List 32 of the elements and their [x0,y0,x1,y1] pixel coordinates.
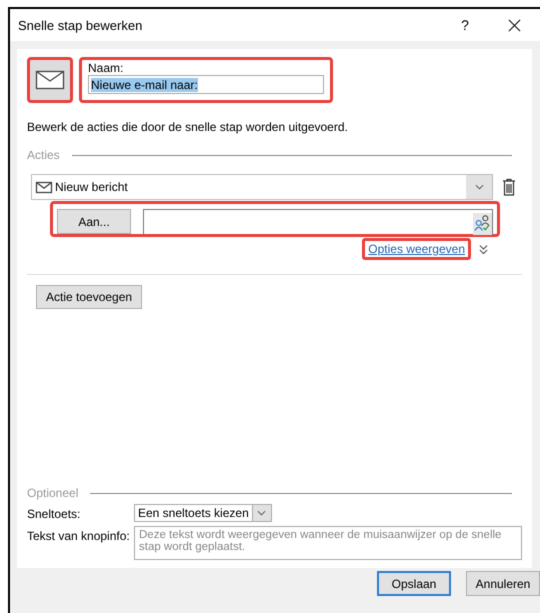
name-field[interactable]: Nieuwe e-mail naar: [88,75,324,94]
help-button[interactable]: ? [453,17,477,33]
section-heading: Optioneel [27,486,78,500]
tooltip-label: Tekst van knopinfo: [27,528,131,545]
to-button[interactable]: Aan... [57,209,131,234]
add-action-button[interactable]: Actie toevoegen [36,285,142,309]
chevron-icon [257,510,266,516]
shortcut-label: Sneltoets: [27,506,82,522]
window-title: Snelle stap bewerken [18,18,144,32]
action-dropdown[interactable]: Nieuw bericht [31,174,493,200]
recipient-field[interactable] [143,208,493,234]
envelope-icon [35,70,65,90]
shortcut-value: Een sneltoets kiezen [137,506,250,520]
shortcut-dropdown[interactable]: Een sneltoets kiezen [134,504,272,522]
close-icon [508,18,520,32]
chevron-icon [474,184,484,190]
description-text: Bewerk de acties die door de snelle stap worden uitgevoerd. [27,120,349,134]
action-label: Nieuw bericht [55,180,129,194]
address-book-button[interactable] [473,212,492,234]
icon-picker-button[interactable] [27,57,73,103]
name-label: Naam: [88,61,124,75]
name-value: Nieuwe e-mail naar: [91,78,198,92]
contacts-icon [474,214,491,232]
dialog-button[interactable]: Annuleren [466,571,540,596]
trash-icon [501,178,517,196]
section-heading: Acties [27,148,60,162]
delete-button[interactable] [501,178,517,196]
tooltip-field[interactable]: Deze tekst wordt weergegeven wanneer de muisaanwijzer op de snelle stap wordt geplaatst. [134,526,522,560]
envelope-icon [35,180,53,194]
double-chevron-icon [479,244,488,254]
dialog-button[interactable]: Opslaan [377,571,451,596]
options-link[interactable]: Opties weergeven [362,238,471,260]
